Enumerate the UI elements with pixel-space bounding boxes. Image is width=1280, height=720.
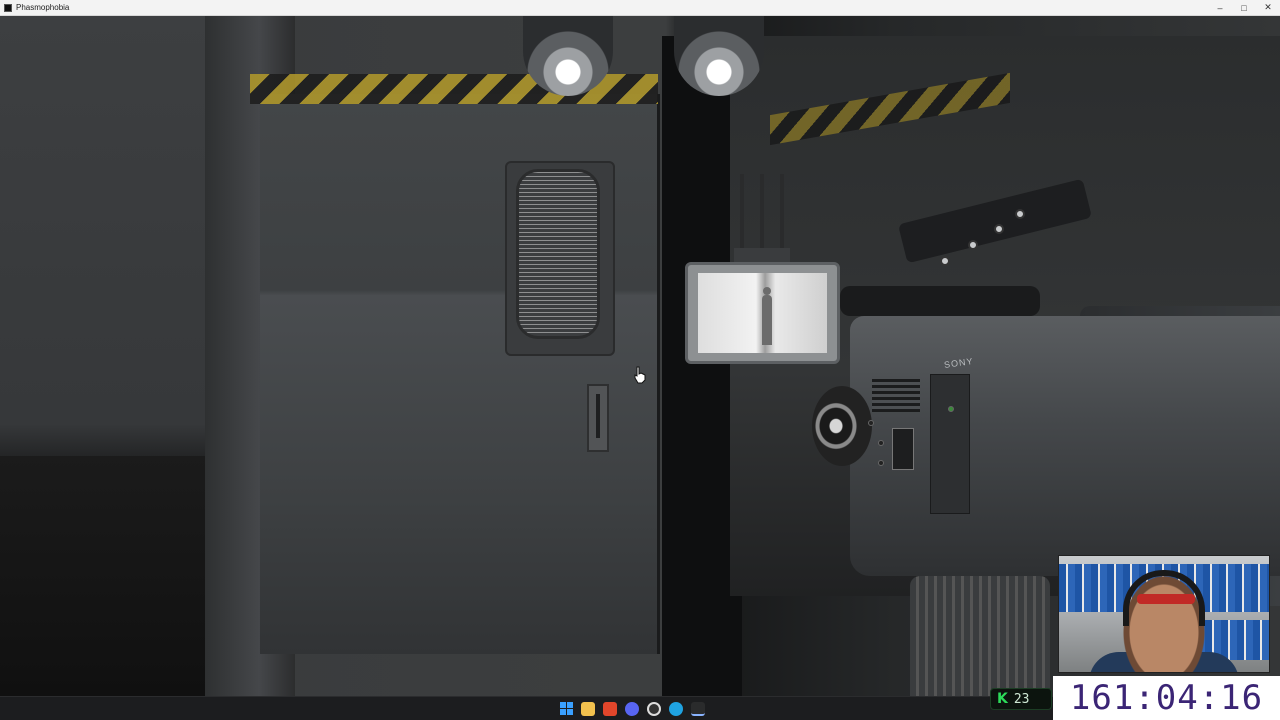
close-button[interactable]: ✕ [1256, 0, 1280, 16]
video-camera-body[interactable] [850, 316, 1280, 576]
camera-lens [812, 386, 872, 466]
file-explorer-icon[interactable] [580, 701, 595, 716]
door-wire-window [516, 169, 600, 339]
rail-light-icon [968, 240, 978, 250]
obs-icon[interactable] [646, 701, 661, 716]
start-icon[interactable] [559, 702, 573, 715]
window-title: Phasmophobia [16, 3, 70, 12]
taskbar-icons [559, 701, 705, 716]
stream-timer: 161:04:16 [1053, 676, 1280, 720]
camera-tripod [910, 576, 1050, 696]
camera-button [878, 440, 884, 446]
figure-silhouette [762, 287, 772, 345]
rail-light-icon [1015, 209, 1025, 219]
camera-handle [840, 286, 1040, 316]
camera-monitor [685, 262, 840, 364]
monitor-mount [734, 248, 790, 262]
brave-browser-icon[interactable] [602, 701, 617, 716]
camera-vent-grille [872, 376, 920, 412]
minimize-button[interactable]: – [1208, 0, 1232, 16]
window-titlebar: Phasmophobia – □ ✕ [0, 0, 1280, 16]
antenna-icon [760, 174, 764, 252]
antenna-icon [740, 174, 744, 252]
camera-small-display [892, 428, 914, 470]
rail-light-icon [994, 224, 1004, 234]
camera-button [878, 460, 884, 466]
edge-icon[interactable] [668, 701, 683, 716]
kick-follower-badge: K 23 [990, 688, 1052, 710]
camera-status-led [948, 406, 954, 412]
rail-light-icon [940, 256, 950, 266]
webcam-overlay [1058, 555, 1270, 673]
kick-icon: K [997, 691, 1008, 707]
streamer-bandana [1137, 594, 1195, 604]
camera-control-panel [930, 374, 970, 514]
monitor-screen [698, 273, 827, 353]
game-icon[interactable] [690, 701, 705, 716]
camera-button [868, 420, 874, 426]
phasmophobia-app-icon [4, 3, 12, 12]
door-handle[interactable] [587, 384, 609, 452]
antenna-icon [780, 174, 784, 252]
maximize-button[interactable]: □ [1232, 0, 1256, 16]
discord-icon[interactable] [624, 701, 639, 716]
hand-cursor-icon [634, 366, 646, 384]
badge-count: 23 [1013, 691, 1030, 707]
